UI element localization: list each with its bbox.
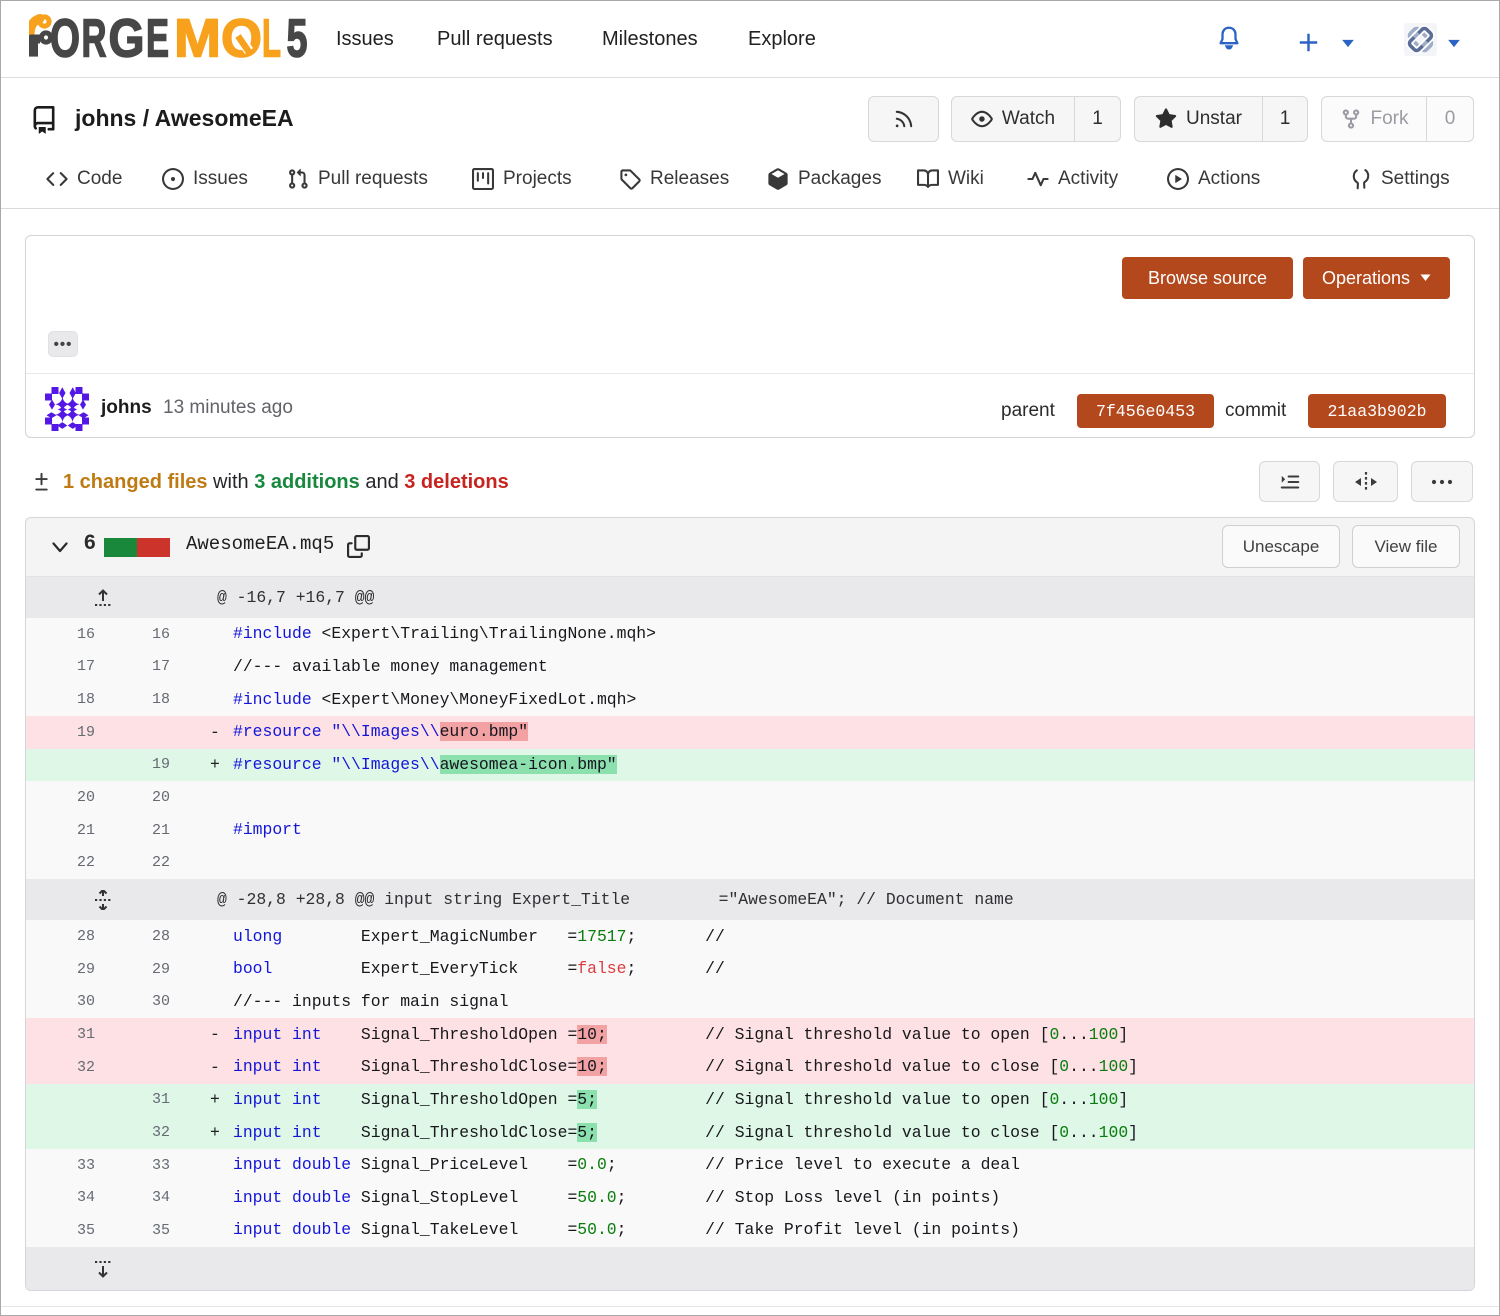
svg-text:5: 5 — [287, 10, 308, 69]
svg-text:O: O — [50, 10, 80, 69]
svg-text:G: G — [109, 10, 145, 69]
svg-text:L: L — [262, 10, 281, 69]
svg-text:M: M — [174, 10, 221, 69]
svg-text:R: R — [82, 10, 107, 69]
svg-text:E: E — [146, 10, 169, 69]
